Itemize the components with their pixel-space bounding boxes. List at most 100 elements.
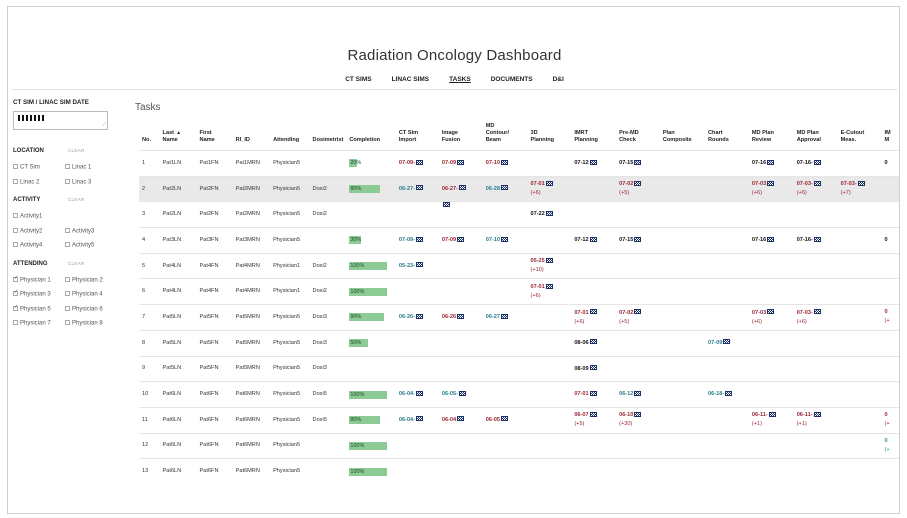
- checkbox-box[interactable]: [65, 242, 70, 247]
- table-row[interactable]: 5 Pat4LN Pat4FN Pat4MRN Physician1 Dosi2 100% 0…: [139, 253, 899, 279]
- task-date[interactable]: 07-03-: [797, 180, 821, 187]
- calendar-icon[interactable]: [634, 309, 642, 315]
- task-date[interactable]: 06-26: [442, 313, 465, 320]
- checkbox-box[interactable]: [65, 178, 70, 184]
- task-date[interactable]: 06-10: [619, 411, 642, 418]
- checkbox-box[interactable]: [13, 164, 18, 169]
- task-date[interactable]: 06-11-: [752, 411, 776, 418]
- task-date[interactable]: 06-12: [619, 390, 642, 397]
- task-date[interactable]: 07-09: [442, 159, 465, 166]
- calendar-icon[interactable]: [457, 236, 465, 242]
- calendar-icon[interactable]: [589, 309, 597, 315]
- task-date[interactable]: 06-07: [574, 411, 597, 418]
- table-row[interactable]: 1 Pat1LN Pat1FN Pat1MRN Physician5 20% 07-09- 0…: [139, 150, 899, 177]
- checkbox-box[interactable]: [13, 227, 18, 233]
- checkbox-physician-7[interactable]: Physician 7: [13, 320, 65, 327]
- calendar-icon[interactable]: [416, 236, 424, 242]
- calendar-icon[interactable]: [634, 390, 642, 396]
- column-header-plan3d[interactable]: 3D Planning: [527, 123, 571, 151]
- task-date[interactable]: 07-03-: [841, 180, 865, 187]
- column-header-att[interactable]: Attending: [270, 123, 309, 151]
- column-header-plancomp[interactable]: Plan Composite: [660, 123, 705, 151]
- tab-linac-sims[interactable]: LINAC SIMS: [392, 76, 430, 83]
- calendar-icon[interactable]: [416, 185, 424, 191]
- sort-asc-icon[interactable]: ▲: [176, 130, 181, 136]
- task-date[interactable]: 06-28: [486, 185, 509, 192]
- task-date[interactable]: 06-04-: [399, 416, 424, 423]
- checkbox-activity2[interactable]: Activity2: [13, 227, 65, 234]
- checkbox-physician-2[interactable]: Physician 2: [65, 276, 125, 283]
- task-date[interactable]: 0: [884, 438, 887, 444]
- table-row[interactable]: 3 Pat2LN Pat2FN Pat2MRN Physician5 Dosi2 07-22: [139, 201, 899, 228]
- calendar-icon[interactable]: [416, 416, 424, 422]
- checkbox-physician-1[interactable]: Physician 1: [13, 275, 65, 283]
- tab-ct-sims[interactable]: CT SIMS: [345, 76, 371, 83]
- task-date[interactable]: 05-25: [530, 257, 553, 264]
- checkbox-physician-6[interactable]: Physician 6: [65, 305, 125, 312]
- task-date[interactable]: 07-10: [486, 159, 509, 166]
- calendar-icon[interactable]: [545, 180, 553, 186]
- checkbox-physician-4[interactable]: Physician 4: [65, 291, 125, 298]
- task-date[interactable]: 07-03: [752, 180, 775, 187]
- calendar-icon[interactable]: [545, 283, 553, 289]
- task-date[interactable]: 06-05: [486, 416, 509, 423]
- checkbox-box[interactable]: [65, 320, 70, 325]
- table-row[interactable]: 4 Pat3LN Pat3FN Pat3MRN Physician5 30% 07-09- 0…: [139, 227, 899, 254]
- calendar-icon[interactable]: [768, 411, 776, 417]
- calendar-icon[interactable]: [457, 416, 465, 422]
- calendar-icon[interactable]: [501, 236, 509, 242]
- calendar-icon[interactable]: [459, 390, 466, 396]
- calendar-icon[interactable]: [501, 416, 509, 422]
- calendar-icon[interactable]: [457, 313, 465, 319]
- calendar-icon[interactable]: [634, 180, 642, 186]
- calendar-icon[interactable]: [459, 185, 466, 191]
- checkbox-box[interactable]: [13, 178, 18, 184]
- checkbox-box[interactable]: [13, 275, 18, 282]
- table-row[interactable]: 2 Pat2LN Pat2FN Pat2MRN Physician5 Dosi2 80% 06…: [139, 176, 899, 202]
- checkbox-box[interactable]: [13, 242, 18, 247]
- calendar-icon[interactable]: [589, 236, 597, 242]
- task-date[interactable]: 07-01: [574, 390, 597, 397]
- column-header-first[interactable]: First Name: [197, 123, 233, 151]
- attending-clear-button[interactable]: CLEAR: [68, 261, 85, 266]
- calendar-icon[interactable]: [767, 236, 775, 242]
- calendar-icon[interactable]: [767, 180, 775, 186]
- task-date[interactable]: 06-27-: [442, 185, 466, 192]
- calendar-icon[interactable]: [589, 159, 597, 165]
- checkbox-box[interactable]: [65, 305, 70, 311]
- task-date[interactable]: 07-03: [752, 309, 775, 316]
- calendar-icon[interactable]: [501, 185, 509, 191]
- table-row[interactable]: 7 Pat5LN Pat5FN Pat5MRN Physician5 Dosi3 90% 06…: [139, 304, 899, 331]
- checkbox-ct-sim[interactable]: CT Sim: [13, 164, 65, 171]
- calendar-icon[interactable]: [813, 159, 821, 165]
- task-date[interactable]: 07-16: [752, 236, 775, 243]
- column-header-imrt[interactable]: IMRT Planning: [571, 123, 616, 151]
- column-header-premd[interactable]: Pre-MD Check: [616, 123, 660, 151]
- checkbox-activity1[interactable]: Activity1: [13, 213, 65, 220]
- column-header-imgfus[interactable]: Image Fusion: [439, 123, 483, 151]
- checkbox-physician-5[interactable]: Physician 5: [13, 304, 65, 312]
- table-row[interactable]: 12 Pat6LN Pat6FN Pat6MRN Physician5 100% 0 (+: [139, 433, 899, 459]
- task-date[interactable]: 06-27-: [399, 185, 424, 192]
- calendar-icon[interactable]: [416, 313, 424, 319]
- table-row[interactable]: 8 Pat5LN Pat5FN Pat5MRN Physician5 Dosi3 50% 08…: [139, 330, 899, 356]
- resize-handle-icon[interactable]: ⟋: [102, 122, 106, 128]
- calendar-icon[interactable]: [545, 210, 553, 216]
- task-date[interactable]: 07-01: [530, 283, 553, 290]
- column-header-mdreview[interactable]: MD Plan Review: [749, 123, 794, 151]
- checkbox-box[interactable]: [65, 276, 70, 282]
- calendar-icon[interactable]: [416, 390, 424, 396]
- table-row[interactable]: 6 Pat4LN Pat4FN Pat4MRN Physician1 Dosi2 100% 0…: [139, 278, 899, 305]
- calendar-icon[interactable]: [442, 202, 450, 208]
- column-header-dosi[interactable]: Dosimetrist: [310, 123, 347, 151]
- checkbox-physician-8[interactable]: Physician 8: [65, 320, 125, 327]
- column-header-mdcont[interactable]: MD Contour/Beam: [483, 123, 528, 151]
- checkbox-box[interactable]: [13, 289, 18, 296]
- calendar-icon[interactable]: [501, 313, 509, 319]
- task-date[interactable]: 07-12: [574, 159, 597, 166]
- column-header-ri[interactable]: RI_ID: [233, 123, 270, 151]
- task-date[interactable]: 06-04: [442, 416, 465, 423]
- task-date[interactable]: 07-02: [619, 309, 642, 316]
- task-date[interactable]: 07-02: [619, 180, 642, 187]
- activity-clear-button[interactable]: CLEAR: [68, 197, 85, 202]
